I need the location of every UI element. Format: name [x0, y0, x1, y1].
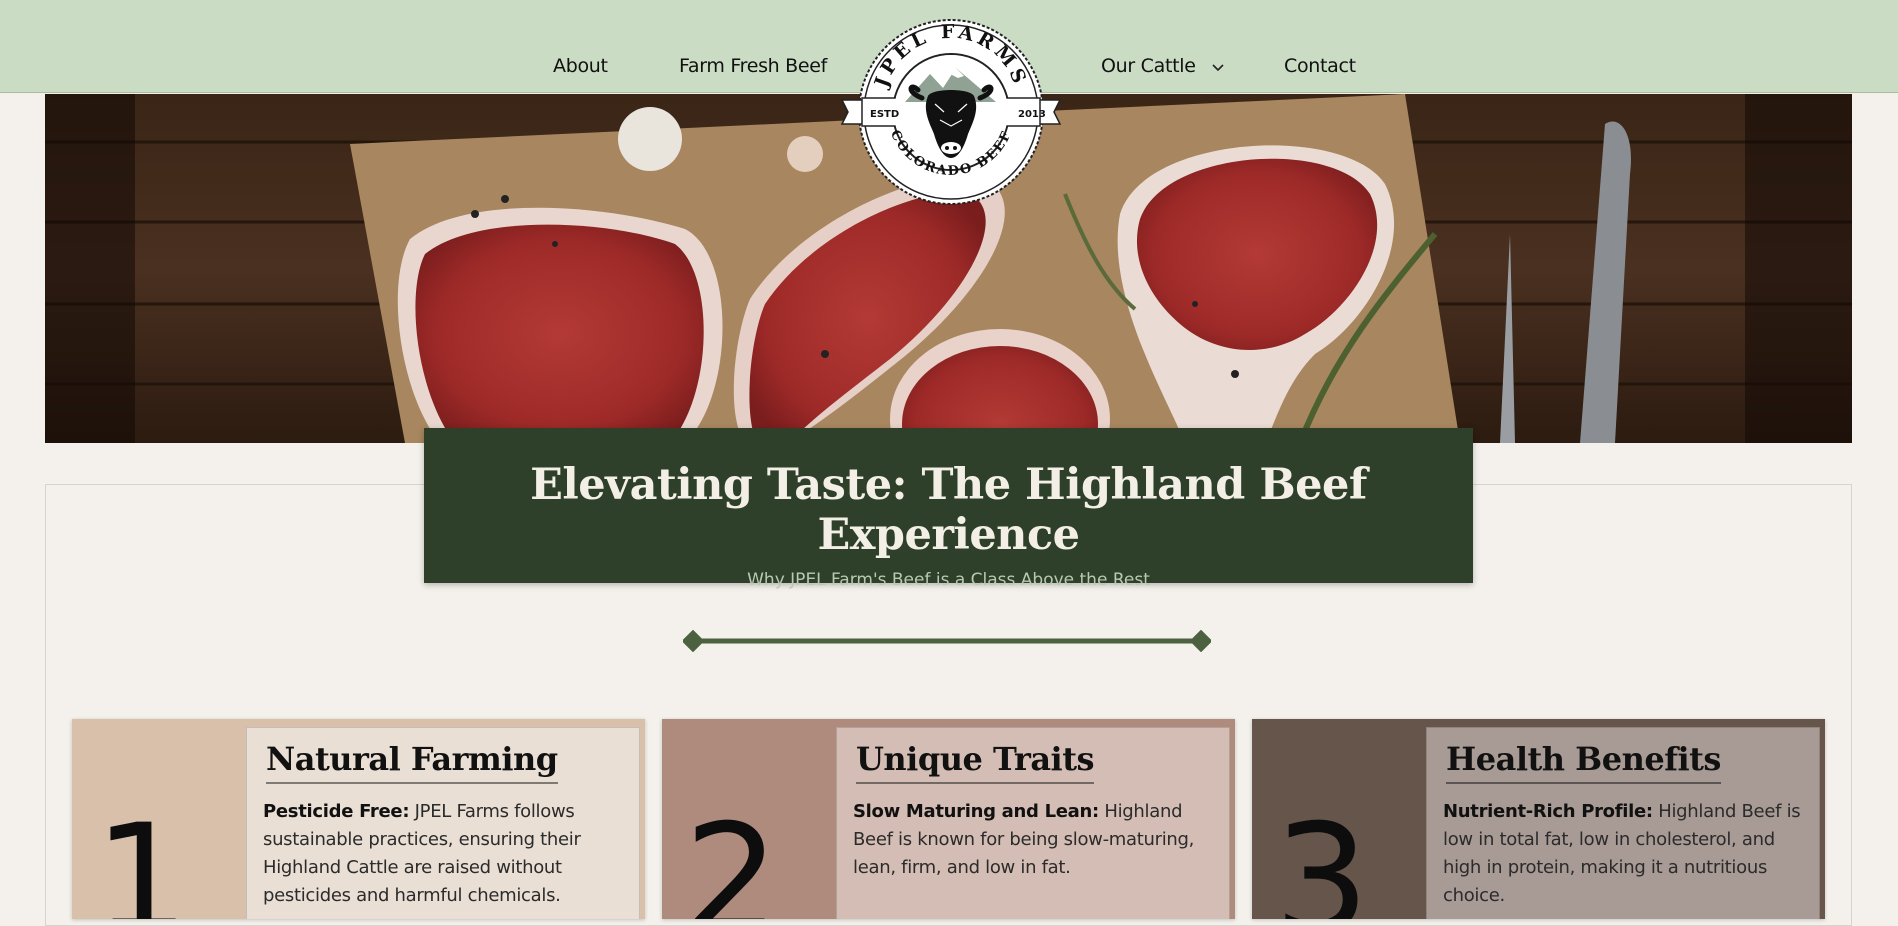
card-text-lead: Slow Maturing and Lean: — [853, 801, 1099, 822]
card-text-lead: Pesticide Free: — [263, 801, 410, 822]
card-text-lead: Nutrient-Rich Profile: — [1443, 801, 1653, 822]
card-text: Slow Maturing and Lean: Highland Beef is… — [853, 798, 1211, 882]
logo-estd-text: ESTD — [870, 109, 899, 120]
card-text: Pesticide Free: JPEL Farms follows susta… — [263, 798, 621, 910]
card-text: Nutrient-Rich Profile: Highland Beef is … — [1443, 798, 1801, 910]
chevron-down-icon — [1212, 63, 1224, 71]
nav-link-about[interactable]: About — [553, 55, 608, 77]
card-title: Health Benefits — [1446, 740, 1721, 784]
card-number: 1 — [94, 793, 190, 919]
feature-card-health-benefits: 3 Health Benefits Nutrient-Rich Profile:… — [1252, 719, 1825, 919]
card-title: Unique Traits — [856, 740, 1095, 784]
card-number: 3 — [1274, 793, 1370, 919]
decorative-divider — [683, 630, 1211, 652]
logo-year-text: 2013 — [1018, 109, 1046, 120]
card-title: Natural Farming — [266, 740, 558, 784]
nav-link-our-cattle[interactable]: Our Cattle — [1101, 55, 1227, 77]
card-content: Natural Farming Pesticide Free: JPEL Far… — [246, 727, 640, 919]
nav-link-contact[interactable]: Contact — [1284, 55, 1356, 77]
page-title: Elevating Taste: The Highland Beef Exper… — [530, 460, 1367, 560]
feature-card-natural-farming: 1 Natural Farming Pesticide Free: JPEL F… — [72, 719, 645, 919]
card-content: Unique Traits Slow Maturing and Lean: Hi… — [836, 727, 1230, 919]
card-number: 2 — [684, 793, 780, 919]
card-content: Health Benefits Nutrient-Rich Profile: H… — [1426, 727, 1820, 919]
intro-title-box: Elevating Taste: The Highland Beef Exper… — [424, 428, 1473, 590]
nav-link-our-cattle-label: Our Cattle — [1101, 55, 1196, 77]
page-subtitle: Why JPEL Farm's Beef is a Class Above th… — [747, 570, 1150, 590]
jpel-farms-logo[interactable]: JPEL FARMS COLORADO BEEF ESTD 2013 — [840, 12, 1062, 212]
feature-card-unique-traits: 2 Unique Traits Slow Maturing and Lean: … — [662, 719, 1235, 919]
nav-link-farm-fresh-beef[interactable]: Farm Fresh Beef — [679, 55, 827, 77]
